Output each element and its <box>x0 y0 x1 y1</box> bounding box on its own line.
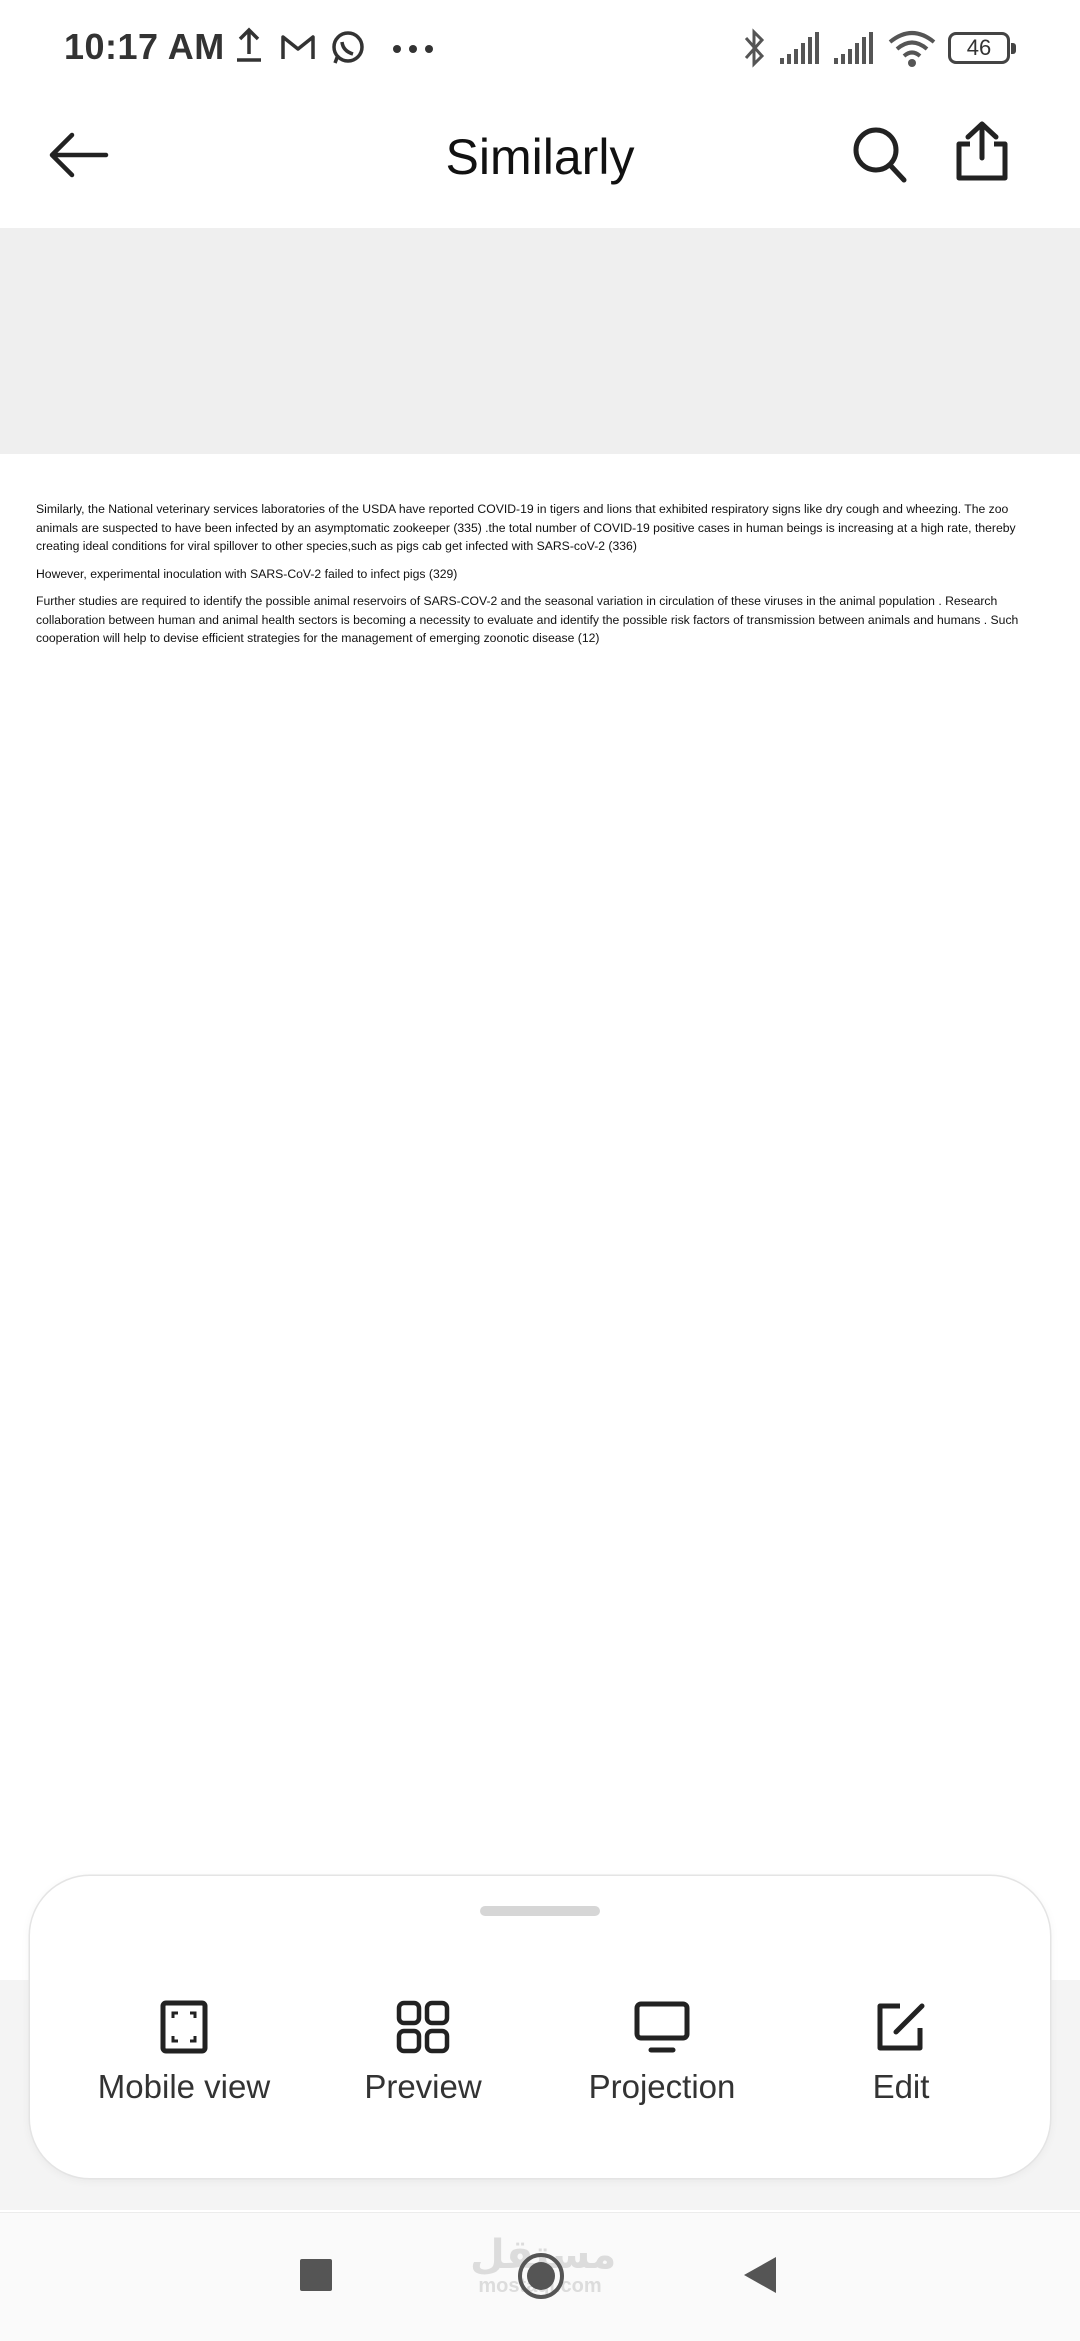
monitor-icon <box>634 2001 690 2053</box>
signal-icon <box>780 32 819 64</box>
edit-icon <box>877 2003 925 2051</box>
battery-icon: 46 <box>948 32 1016 64</box>
projection-button[interactable]: Projection <box>552 2000 772 2106</box>
mobile-view-button[interactable]: Mobile view <box>74 2000 294 2106</box>
gmail-icon <box>281 35 315 59</box>
page-title: Similarly <box>445 129 635 185</box>
recents-square-icon[interactable] <box>300 2259 332 2291</box>
grid-icon <box>396 2000 450 2054</box>
system-nav-bar: مستقل mostaql.com <box>0 2212 1080 2341</box>
more-dots-icon <box>393 45 433 53</box>
upload-icon <box>237 27 261 62</box>
battery-level: 46 <box>966 35 992 60</box>
back-triangle-icon[interactable] <box>742 2255 778 2295</box>
home-circle-icon[interactable] <box>516 2251 566 2301</box>
search-icon[interactable] <box>852 124 908 184</box>
document-paragraph: Further studies are required to identify… <box>36 594 1019 645</box>
share-icon[interactable] <box>952 120 1012 184</box>
document-paragraph: Similarly, the National veterinary servi… <box>36 502 1016 553</box>
edit-label: Edit <box>872 2068 930 2105</box>
document-header-area <box>0 228 1080 454</box>
app-bar: Similarly <box>0 100 1080 228</box>
edit-button[interactable]: Edit <box>791 2000 1011 2106</box>
bluetooth-icon <box>744 28 765 68</box>
whatsapp-icon <box>332 31 364 64</box>
status-bar: 10:17 AM 46 <box>0 0 1080 100</box>
mobile-view-label: Mobile view <box>97 2068 271 2105</box>
bottom-sheet: Mobile view Preview Projection Edit <box>30 1876 1050 2178</box>
signal-icon <box>834 32 873 64</box>
mobile-view-icon <box>160 2000 208 2054</box>
document-paragraph: However, experimental inoculation with S… <box>36 566 458 581</box>
drag-handle[interactable] <box>480 1906 600 1916</box>
preview-button[interactable]: Preview <box>313 2000 533 2106</box>
wifi-icon <box>888 31 936 67</box>
status-time: 10:17 AM <box>64 26 225 67</box>
preview-label: Preview <box>364 2068 482 2105</box>
projection-label: Projection <box>588 2068 736 2105</box>
document-content[interactable]: Similarly, the National veterinary servi… <box>36 500 1046 657</box>
